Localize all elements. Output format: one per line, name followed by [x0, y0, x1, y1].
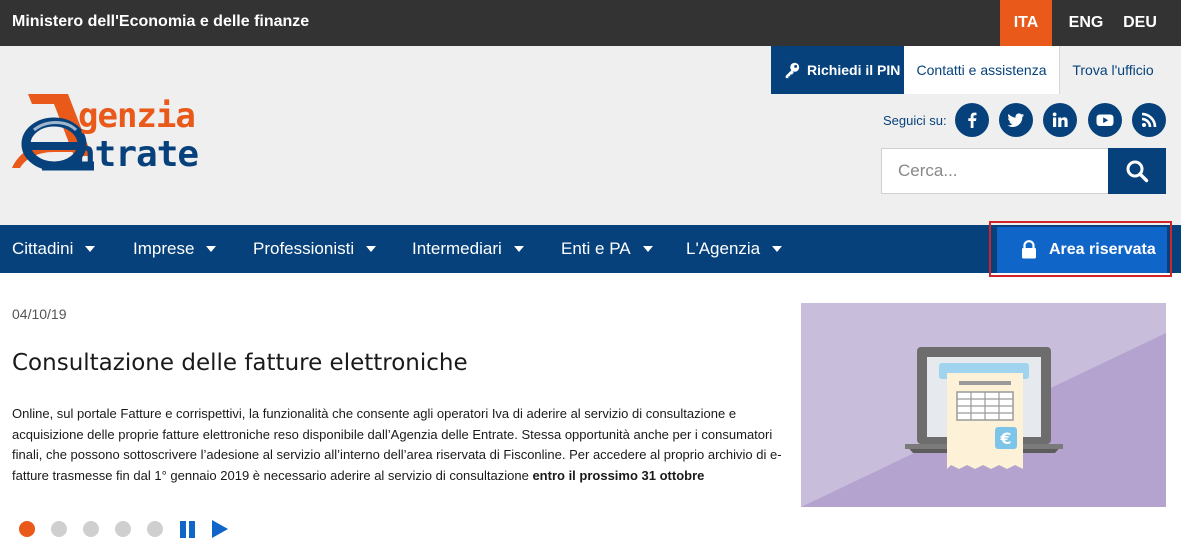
youtube-icon[interactable]	[1088, 103, 1122, 137]
request-pin-label: Richiedi il PIN	[807, 62, 901, 78]
nav-item-enti-pa[interactable]: Enti e PA	[561, 225, 653, 273]
follow-us-label: Seguici su:	[883, 113, 947, 128]
request-pin-link[interactable]: Richiedi il PIN	[771, 46, 904, 94]
carousel-dot-3[interactable]	[83, 521, 99, 537]
area-riservata-label: Area riservata	[1049, 241, 1156, 258]
area-riservata-button[interactable]: Area riservata	[997, 227, 1167, 273]
key-icon	[785, 62, 800, 79]
agenzia-entrate-logo[interactable]: genzia ntrate	[12, 92, 272, 182]
logo-word-entrate: ntrate	[74, 134, 199, 175]
play-icon[interactable]	[212, 520, 228, 538]
nav-item-imprese[interactable]: Imprese	[133, 225, 217, 273]
nav-item-label: L'Agenzia	[686, 239, 761, 258]
euro-symbol: €	[999, 429, 1011, 448]
nav-item-label: Cittadini	[12, 239, 74, 258]
search-input[interactable]	[881, 148, 1109, 194]
nav-item-label: Imprese	[133, 239, 195, 258]
nav-item-intermediari[interactable]: Intermediari	[412, 225, 524, 273]
nav-item-professionisti[interactable]: Professionisti	[253, 225, 377, 273]
search-icon	[1126, 160, 1149, 183]
nav-item-agenzia[interactable]: L'Agenzia	[686, 225, 783, 273]
rss-icon[interactable]	[1132, 103, 1166, 137]
nav-item-cittadini[interactable]: Cittadini	[12, 225, 96, 273]
article-date: 04/10/19	[12, 306, 67, 322]
facebook-icon[interactable]	[955, 103, 989, 137]
contacts-link[interactable]: Contatti e assistenza	[904, 46, 1059, 94]
header: Richiedi il PIN Contatti e assistenza Tr…	[0, 46, 1181, 225]
caret-down-icon	[206, 245, 217, 252]
pause-icon[interactable]	[180, 521, 196, 538]
laptop-receipt-illustration: €	[801, 303, 1166, 507]
twitter-icon[interactable]	[999, 103, 1033, 137]
lang-eng[interactable]: ENG	[1060, 0, 1112, 46]
find-office-link[interactable]: Trova l'ufficio	[1059, 46, 1166, 94]
caret-down-icon	[513, 245, 524, 252]
top-bar: Ministero dell'Economia e delle finanze …	[0, 0, 1181, 46]
logo-word-agenzia: genzia	[78, 96, 196, 136]
carousel-dot-1[interactable]	[19, 521, 35, 537]
article-image[interactable]: €	[801, 303, 1166, 507]
carousel-dot-2[interactable]	[51, 521, 67, 537]
nav-item-label: Enti e PA	[561, 239, 631, 258]
article-body: Online, sul portale Fatture e corrispett…	[12, 404, 782, 486]
carousel-dot-5[interactable]	[147, 521, 163, 537]
lang-deu[interactable]: DEU	[1114, 0, 1166, 46]
caret-down-icon	[85, 245, 96, 252]
caret-down-icon	[642, 245, 653, 252]
nav-item-label: Professionisti	[253, 239, 355, 258]
ministry-link[interactable]: Ministero dell'Economia e delle finanze	[12, 13, 309, 31]
article-title[interactable]: Consultazione delle fatture elettroniche	[12, 350, 468, 376]
caret-down-icon	[366, 245, 377, 252]
carousel-dot-4[interactable]	[115, 521, 131, 537]
article-body-deadline: entro il prossimo 31 ottobre	[532, 467, 705, 483]
caret-down-icon	[772, 245, 783, 252]
lock-icon	[1022, 240, 1036, 259]
linkedin-icon[interactable]	[1043, 103, 1077, 137]
nav-item-label: Intermediari	[412, 239, 502, 258]
search-box	[881, 148, 1166, 194]
lang-ita[interactable]: ITA	[1000, 0, 1052, 46]
search-button[interactable]	[1108, 148, 1166, 194]
